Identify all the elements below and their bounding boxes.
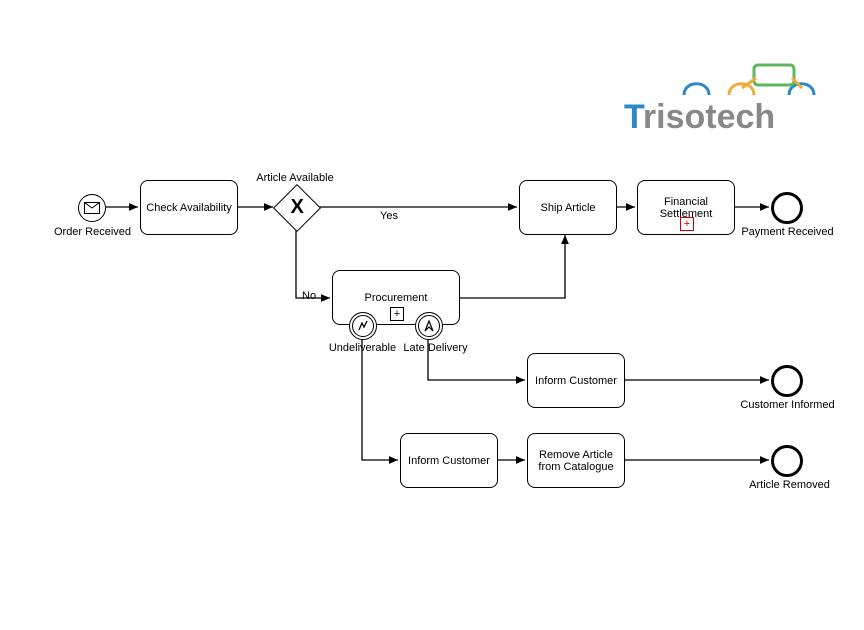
task-financial-settlement[interactable]: Financial Settlement + [637, 180, 735, 235]
end-event-customer-label: Customer Informed [735, 399, 840, 411]
end-event-payment-label: Payment Received [740, 226, 835, 238]
error-icon [357, 320, 369, 332]
boundary-label-undeliverable: Undeliverable [325, 342, 400, 354]
gateway-label: Article Available [245, 172, 345, 184]
task-label: Financial Settlement [660, 196, 713, 220]
exclusive-gateway[interactable]: X [273, 184, 321, 232]
envelope-icon [84, 202, 100, 214]
end-event-article-label: Article Removed [742, 479, 837, 491]
task-check-availability[interactable]: Check Availability [140, 180, 238, 235]
trisotech-logo: Trisotech [594, 50, 844, 143]
flow-label-yes: Yes [380, 210, 398, 222]
boundary-event-undeliverable[interactable] [349, 312, 377, 340]
boundary-event-late-delivery[interactable] [415, 312, 443, 340]
task-label: Remove Article from Catalogue [532, 449, 620, 473]
x-icon: X [290, 196, 303, 219]
task-inform-customer-2[interactable]: Inform Customer [400, 433, 498, 488]
task-label: Inform Customer [535, 375, 617, 387]
task-label: Inform Customer [408, 455, 490, 467]
start-event[interactable] [78, 194, 106, 222]
subprocess-marker-icon: + [680, 217, 694, 231]
escalation-icon [423, 320, 435, 332]
task-label: Check Availability [146, 202, 231, 214]
subprocess-marker-icon: + [390, 307, 404, 321]
boundary-label-late-delivery: Late Delivery [398, 342, 473, 354]
end-event-payment[interactable] [771, 192, 803, 224]
flow-label-no: No [302, 290, 316, 302]
task-remove-article[interactable]: Remove Article from Catalogue [527, 433, 625, 488]
task-inform-customer-1[interactable]: Inform Customer [527, 353, 625, 408]
end-event-article-removed[interactable] [771, 445, 803, 477]
task-ship-article[interactable]: Ship Article [519, 180, 617, 235]
bpmn-canvas: Trisotech [0, 0, 864, 630]
task-label: Ship Article [540, 202, 595, 214]
svg-text:Trisotech: Trisotech [624, 98, 775, 136]
task-label: Procurement [365, 292, 428, 304]
end-event-customer-informed[interactable] [771, 365, 803, 397]
start-event-label: Order Received [50, 226, 135, 238]
